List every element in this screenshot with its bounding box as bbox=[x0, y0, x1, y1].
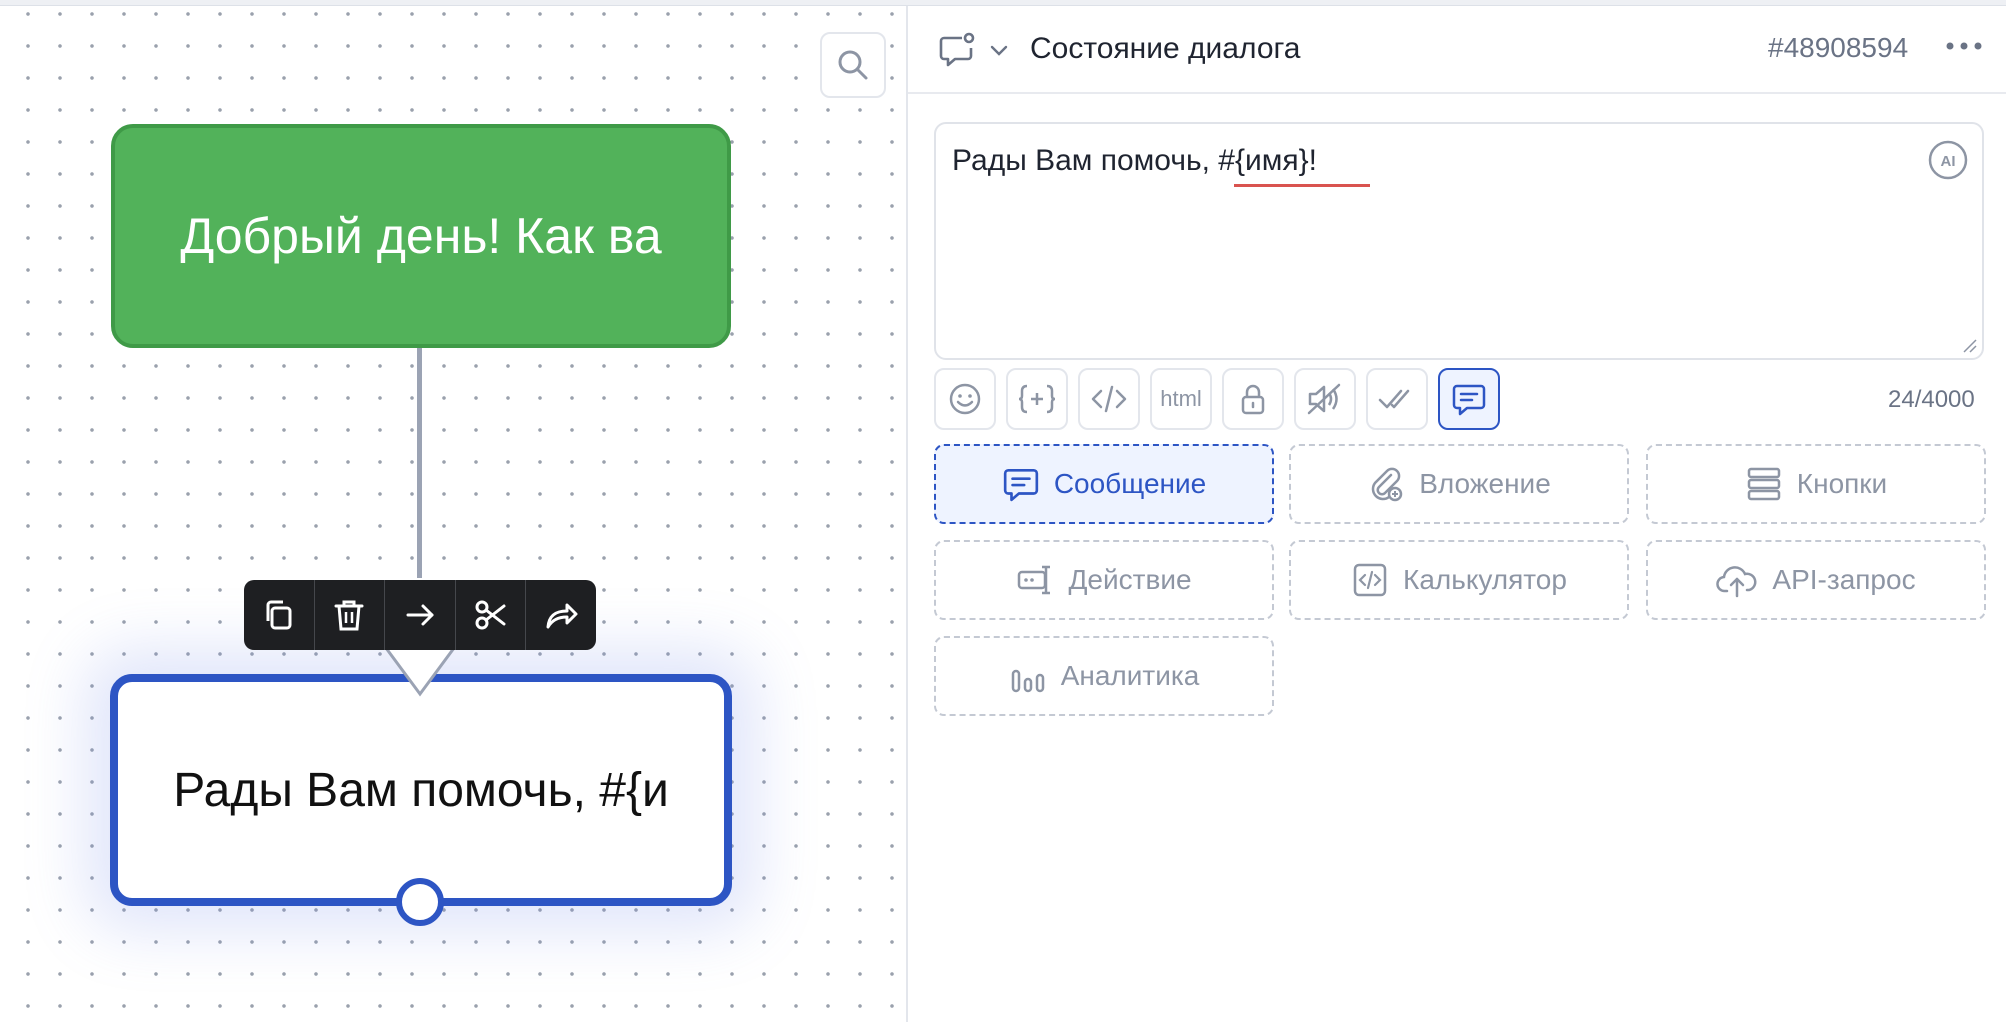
variable-icon bbox=[1018, 384, 1056, 414]
sound-off-button[interactable] bbox=[1294, 368, 1356, 430]
block-calculator-button[interactable]: Калькулятор bbox=[1289, 540, 1629, 620]
variable-button[interactable] bbox=[1006, 368, 1068, 430]
resize-handle-icon[interactable] bbox=[1960, 336, 1978, 354]
analytics-bars-icon bbox=[1011, 669, 1044, 693]
block-calculator-label: Калькулятор bbox=[1403, 564, 1567, 595]
sound-off-icon bbox=[1307, 383, 1341, 415]
share-icon bbox=[546, 603, 578, 629]
block-buttons-label: Кнопки bbox=[1796, 468, 1888, 499]
block-action-button[interactable]: Действие bbox=[934, 540, 1274, 620]
char-counter: 24/4000 bbox=[1888, 386, 1975, 413]
block-message-button[interactable]: Сообщение bbox=[934, 444, 1274, 524]
dialog-state-icon[interactable] bbox=[938, 30, 978, 70]
format-toolbar: html bbox=[934, 368, 1500, 430]
chevron-down-icon[interactable] bbox=[988, 40, 1010, 62]
double-check-button[interactable] bbox=[1366, 368, 1428, 430]
share-node-button[interactable] bbox=[526, 580, 596, 650]
delete-node-button[interactable] bbox=[315, 580, 386, 650]
panel-title: Состояние диалога bbox=[1030, 32, 1301, 65]
block-attachment-label: Вложение bbox=[1419, 468, 1551, 499]
lock-icon bbox=[1241, 384, 1265, 415]
more-options-icon[interactable] bbox=[1944, 36, 1984, 56]
ai-icon[interactable]: AI bbox=[1926, 138, 1970, 182]
spellcheck-underline bbox=[1234, 184, 1370, 187]
flow-node-selected[interactable]: Рады Вам помочь, #{и bbox=[110, 674, 732, 906]
cloud-upload-icon bbox=[1716, 566, 1757, 598]
code-icon bbox=[1091, 385, 1127, 413]
emoji-icon bbox=[949, 383, 981, 415]
node-selected-text: Рады Вам помочь, #{и bbox=[173, 763, 669, 817]
message-editor[interactable]: Рады Вам помочь, #{имя}! AI bbox=[934, 122, 1984, 360]
node-settings-panel: Состояние диалога #48908594 Рады Вам пом… bbox=[906, 6, 2006, 1022]
flow-node-greeting[interactable]: Добрый день! Как ва bbox=[111, 124, 731, 348]
buttons-stack-icon bbox=[1747, 467, 1781, 501]
html-icon: html bbox=[1160, 386, 1202, 411]
arrow-right-icon bbox=[406, 604, 434, 626]
cut-node-button[interactable] bbox=[456, 580, 527, 650]
block-action-label: Действие bbox=[1068, 564, 1192, 595]
double-check-icon bbox=[1378, 389, 1410, 409]
copy-icon bbox=[266, 600, 292, 630]
block-api-label: API-запрос bbox=[1772, 564, 1916, 595]
block-api-button[interactable]: API-запрос bbox=[1646, 540, 1986, 620]
node-toolbar bbox=[244, 580, 596, 650]
message-icon bbox=[1452, 384, 1486, 416]
code-file-icon bbox=[1353, 563, 1387, 597]
block-analytics-label: Аналитика bbox=[1060, 660, 1200, 691]
block-analytics-button[interactable]: Аналитика bbox=[934, 636, 1274, 716]
search-icon bbox=[838, 50, 868, 80]
html-button[interactable]: html bbox=[1150, 368, 1212, 430]
block-buttons-button[interactable]: Кнопки bbox=[1646, 444, 1986, 524]
message-icon bbox=[1003, 468, 1038, 502]
toolbar-pointer bbox=[383, 646, 457, 697]
message-text[interactable]: Рады Вам помочь, #{имя}! bbox=[952, 144, 1317, 178]
action-cursor-icon bbox=[1018, 565, 1051, 595]
block-attachment-button[interactable]: Вложение bbox=[1289, 444, 1629, 524]
copy-node-button[interactable] bbox=[244, 580, 315, 650]
canvas-search-button[interactable] bbox=[820, 32, 886, 98]
code-button[interactable] bbox=[1078, 368, 1140, 430]
lock-button[interactable] bbox=[1222, 368, 1284, 430]
move-node-button[interactable] bbox=[385, 580, 456, 650]
node-output-handle[interactable] bbox=[396, 878, 444, 926]
panel-header: Состояние диалога #48908594 bbox=[908, 6, 2006, 94]
scissors-icon bbox=[475, 600, 506, 630]
node-id: #48908594 bbox=[1768, 32, 1909, 63]
node-connector-line bbox=[417, 348, 422, 578]
flow-canvas[interactable]: Добрый день! Как ва Рады Вам помочь, #{и bbox=[0, 6, 906, 1022]
paperclip-icon bbox=[1372, 467, 1403, 502]
svg-text:AI: AI bbox=[1941, 153, 1956, 170]
block-message-label: Сообщение bbox=[1053, 468, 1207, 499]
trash-icon bbox=[334, 600, 364, 631]
message-mode-button[interactable] bbox=[1438, 368, 1500, 430]
emoji-button[interactable] bbox=[934, 368, 996, 430]
node-greeting-text: Добрый день! Как ва bbox=[180, 208, 662, 264]
